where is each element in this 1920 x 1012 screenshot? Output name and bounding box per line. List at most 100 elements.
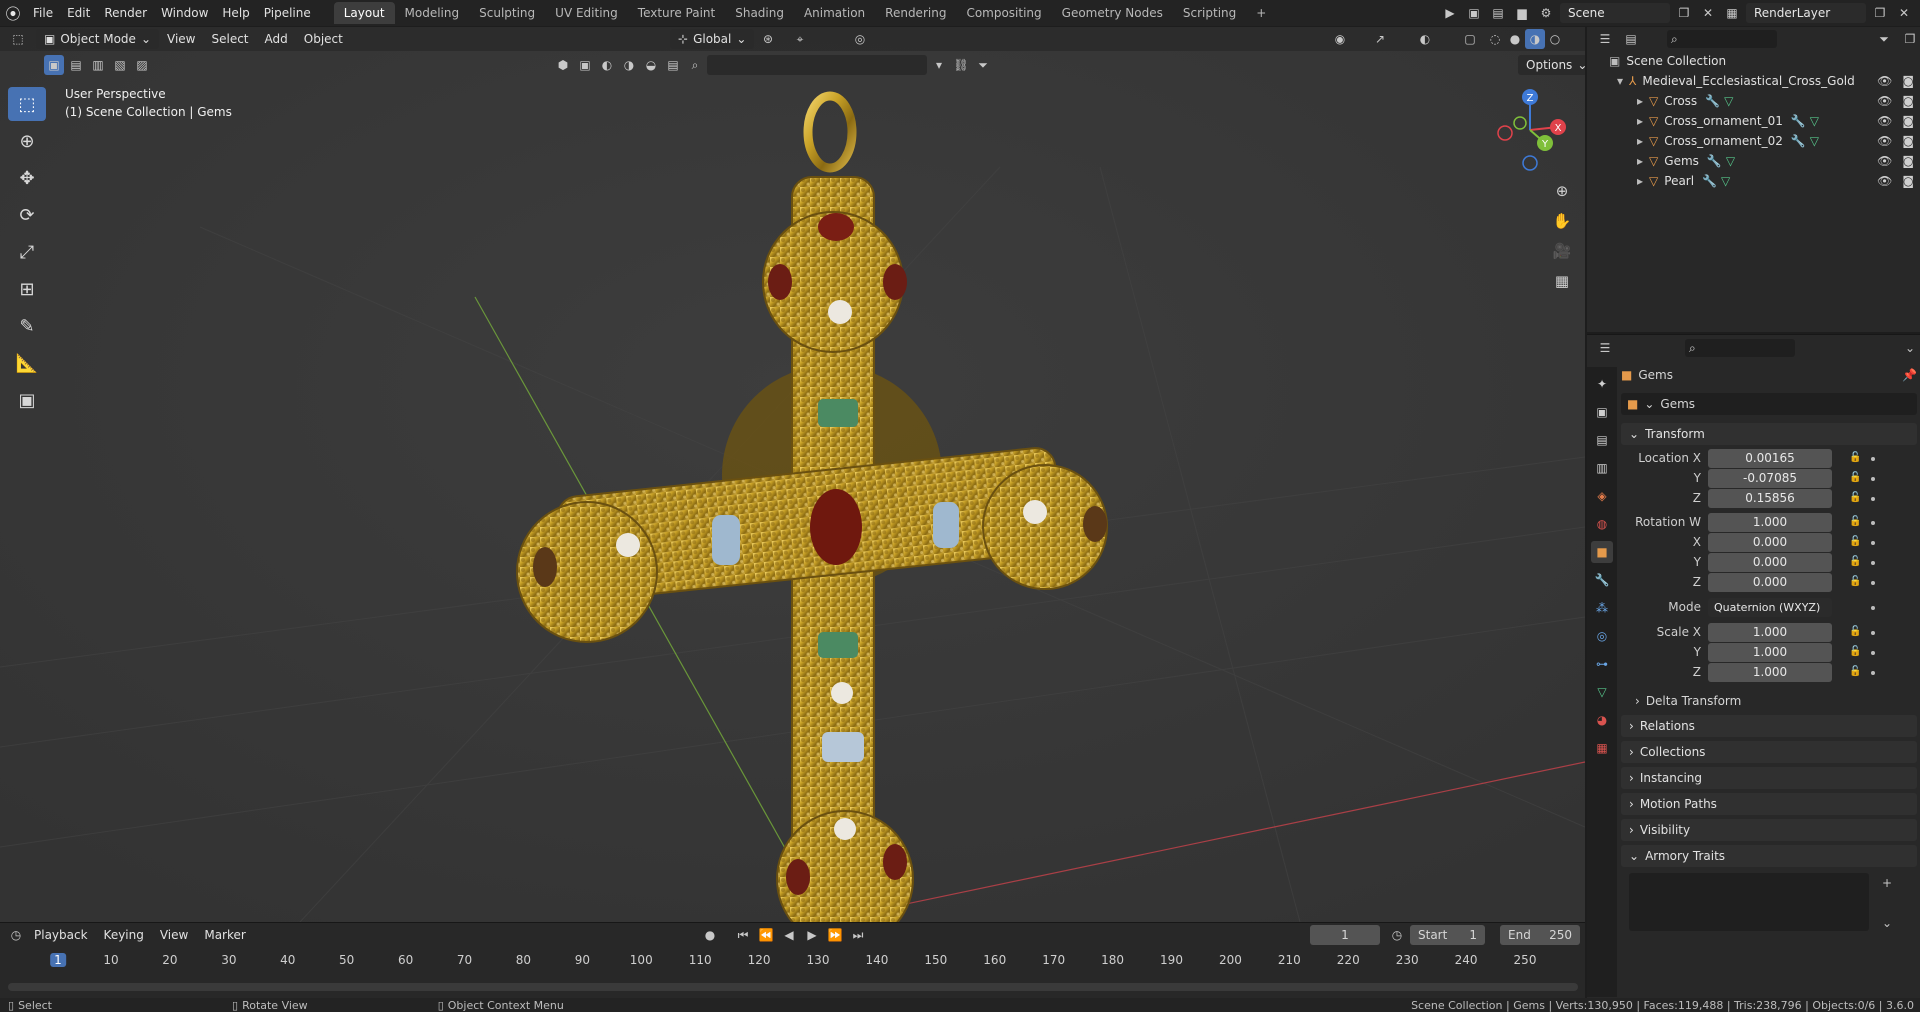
render-icon[interactable]: ▣	[1464, 3, 1484, 23]
material-tab-icon[interactable]: ◕	[1591, 709, 1613, 731]
menu-object[interactable]: Object	[296, 32, 351, 46]
properties-editor-type-icon[interactable]: ☰	[1595, 338, 1615, 358]
armory-traits-panel-header[interactable]: ⌄ Armory Traits	[1621, 845, 1917, 867]
relations-panel-header[interactable]: › Relations	[1621, 715, 1917, 737]
render-tab-icon[interactable]: ▣	[1591, 401, 1613, 423]
lock-icon[interactable]: 🔓	[1849, 646, 1861, 657]
cursor-tool-icon[interactable]: ⊕	[8, 124, 46, 158]
jump-end-icon[interactable]: ⏭	[848, 925, 868, 945]
menu-keying[interactable]: Keying	[96, 928, 152, 942]
mesh-data-icon[interactable]: ▽	[1721, 174, 1730, 188]
viewport-search-input[interactable]	[707, 55, 927, 75]
select-box-tool-icon[interactable]: ⬚	[8, 87, 46, 121]
pivot-point-icon[interactable]: ⊛	[758, 29, 778, 49]
clock-icon[interactable]: ◷	[1387, 925, 1407, 945]
move-tool-icon[interactable]: ✥	[8, 161, 46, 195]
eye-icon[interactable]: 👁	[1877, 174, 1892, 188]
menu-add[interactable]: Add	[257, 32, 296, 46]
lock-icon[interactable]: 🔓	[1849, 666, 1861, 677]
properties-search-input[interactable]: ⌕	[1685, 339, 1795, 357]
object-type-icon[interactable]: ⬢	[553, 55, 573, 75]
mesh-data-icon[interactable]: ▽	[1810, 134, 1819, 148]
rotation-y-field[interactable]: 0.000	[1708, 553, 1832, 572]
keyframe-dot[interactable]	[1871, 631, 1875, 635]
outliner-item-cross[interactable]: ▸ ▽ Cross 🔧 ▽ 👁 ◙	[1587, 91, 1920, 111]
scene-collection-row[interactable]: ▣ Scene Collection	[1587, 51, 1920, 71]
camera-icon[interactable]: ◙	[1902, 74, 1914, 88]
measure-tool-icon[interactable]: 📐	[8, 346, 46, 380]
outliner-item-cross-ornament-02[interactable]: ▸ ▽ Cross_ornament_02 🔧 ▽ 👁 ◙	[1587, 131, 1920, 151]
menu-select[interactable]: Select	[203, 32, 256, 46]
scene-tab-icon[interactable]: ◈	[1591, 485, 1613, 507]
tab-texture-paint[interactable]: Texture Paint	[628, 2, 725, 24]
copy-layer-icon[interactable]: ❐	[1870, 3, 1890, 23]
tab-layout[interactable]: Layout	[333, 2, 395, 24]
camera-icon[interactable]: ◙	[1902, 134, 1914, 148]
camera-icon[interactable]: ◙	[1902, 174, 1914, 188]
start-frame-field[interactable]: Start 1	[1410, 925, 1485, 945]
navigation-gizmo[interactable]: Z X Y	[1490, 85, 1570, 175]
outliner-item-cross-ornament-01[interactable]: ▸ ▽ Cross_ornament_01 🔧 ▽ 👁 ◙	[1587, 111, 1920, 131]
outliner-item-pearl[interactable]: ▸ ▽ Pearl 🔧 ▽ 👁 ◙	[1587, 171, 1920, 191]
proportional-edit-icon[interactable]: ◎	[850, 29, 870, 49]
zoom-icon[interactable]: ⊕	[1548, 177, 1576, 205]
modifier-icon[interactable]: 🔧	[1791, 114, 1806, 128]
chevron-down-icon[interactable]: ⌄	[1900, 338, 1920, 358]
jump-start-icon[interactable]: ⏮	[733, 925, 753, 945]
outliner-item-gems[interactable]: ▸ ▽ Gems 🔧 ▽ 👁 ◙	[1587, 151, 1920, 171]
menu-timeline-view[interactable]: View	[152, 928, 196, 942]
copy-scene-icon[interactable]: ❐	[1674, 3, 1694, 23]
output-tab-icon[interactable]: ▤	[1591, 429, 1613, 451]
keyframe-dot[interactable]	[1871, 497, 1875, 501]
tab-rendering[interactable]: Rendering	[875, 2, 956, 24]
modifier-icon[interactable]: 🔧	[1702, 174, 1717, 188]
keyframe-dot[interactable]	[1871, 521, 1875, 525]
display-mode-icon[interactable]: ▤	[1621, 29, 1641, 49]
menu-marker[interactable]: Marker	[196, 928, 253, 942]
tab-scripting[interactable]: Scripting	[1173, 2, 1246, 24]
keyframe-dot[interactable]	[1871, 561, 1875, 565]
chevron-right-icon[interactable]: ▸	[1637, 154, 1643, 168]
scale-x-field[interactable]: 1.000	[1708, 623, 1832, 642]
particles-tab-icon[interactable]: ⁂	[1591, 597, 1613, 619]
wireframe-shading-icon[interactable]: ◌	[1485, 29, 1505, 49]
menu-edit[interactable]: Edit	[60, 0, 97, 26]
jump-keyframe-forward-icon[interactable]: ⏩	[825, 925, 845, 945]
camera-icon[interactable]: ◙	[1902, 114, 1914, 128]
menu-view[interactable]: View	[159, 32, 203, 46]
world-filter-icon[interactable]: ◒	[641, 55, 661, 75]
timeline-scrollbar[interactable]	[8, 983, 1578, 991]
object-mode-dropdown[interactable]: ▣ Object Mode ⌄	[36, 29, 159, 49]
outliner-item-parent[interactable]: ▾ ⅄ Medieval_Ecclesiastical_Cross_Gold 👁…	[1587, 71, 1920, 91]
add-trait-icon[interactable]: +	[1877, 873, 1897, 893]
keyframe-dot[interactable]	[1871, 581, 1875, 585]
tab-modeling[interactable]: Modeling	[395, 2, 470, 24]
object-data-field[interactable]: ■ ⌄ Gems	[1621, 393, 1917, 415]
rotation-z-field[interactable]: 0.000	[1708, 573, 1832, 592]
tab-compositing[interactable]: Compositing	[956, 2, 1051, 24]
world-tab-icon[interactable]: ◍	[1591, 513, 1613, 535]
add-cube-tool-icon[interactable]: ▣	[8, 383, 46, 417]
armory-traits-list[interactable]	[1629, 873, 1869, 931]
menu-pipeline[interactable]: Pipeline	[257, 0, 318, 26]
select-invert-icon[interactable]: ▧	[110, 55, 130, 75]
keyframe-dot[interactable]	[1871, 457, 1875, 461]
tab-uv-editing[interactable]: UV Editing	[545, 2, 628, 24]
mesh-data-icon[interactable]: ▽	[1726, 154, 1735, 168]
link-icon[interactable]: ⛓	[951, 55, 971, 75]
3d-viewport[interactable]: ⬚ ▣ Object Mode ⌄ View Select Add Object…	[0, 27, 1585, 922]
menu-help[interactable]: Help	[215, 0, 256, 26]
tab-animation[interactable]: Animation	[794, 2, 875, 24]
keyframe-dot[interactable]	[1871, 671, 1875, 675]
rendered-shading-icon[interactable]: ○	[1545, 29, 1565, 49]
pan-hand-icon[interactable]: ✋	[1548, 207, 1576, 235]
play-reverse-icon[interactable]: ◀	[779, 925, 799, 945]
gizmo-icon[interactable]: ↗	[1370, 29, 1390, 49]
eye-icon[interactable]: 👁	[1877, 94, 1892, 108]
rotation-x-field[interactable]: 0.000	[1708, 533, 1832, 552]
remove-layer-icon[interactable]: ✕	[1894, 3, 1914, 23]
object-tab-icon[interactable]: ■	[1591, 541, 1613, 563]
ortho-grid-icon[interactable]: ▦	[1548, 267, 1576, 295]
transform-orientation-dropdown[interactable]: ⊹ Global ⌄	[670, 29, 755, 49]
data-tab-icon[interactable]: ▽	[1591, 681, 1613, 703]
